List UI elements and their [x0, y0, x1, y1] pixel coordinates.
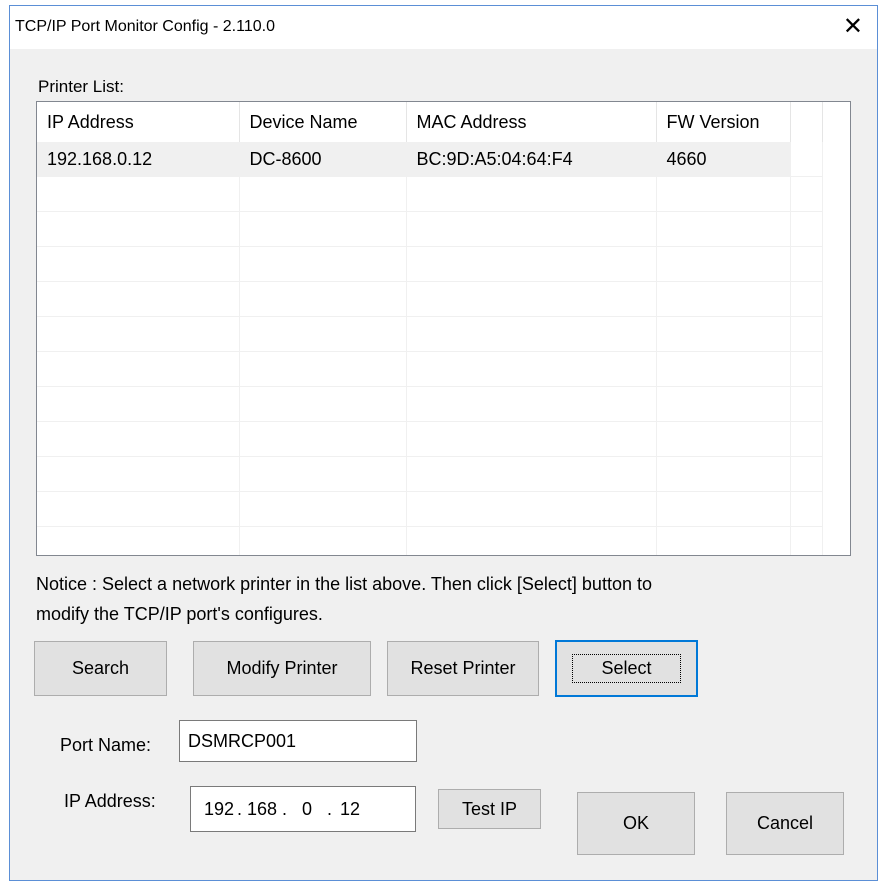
port-name-label: Port Name:: [60, 735, 152, 755]
empty-row: [37, 491, 823, 527]
column-header-mac-address[interactable]: MAC Address: [406, 102, 657, 142]
ok-button[interactable]: OK: [577, 792, 695, 855]
empty-row: [37, 421, 823, 457]
printer-table: IP Address Device Name MAC Address FW Ve…: [37, 102, 823, 555]
column-header-device-name[interactable]: Device Name: [239, 102, 407, 142]
cell-filler: [790, 142, 823, 177]
notice-line-2: modify the TCP/IP port's configures.: [36, 604, 323, 624]
modify-printer-button[interactable]: Modify Printer: [193, 641, 371, 696]
empty-row: [37, 211, 823, 247]
column-header-filler: [790, 102, 823, 142]
select-button[interactable]: Select: [555, 640, 698, 697]
cell-fw-version: 4660: [656, 142, 791, 177]
printer-list-label: Printer List:: [38, 77, 124, 96]
reset-printer-button[interactable]: Reset Printer: [387, 641, 539, 696]
empty-row: [37, 386, 823, 422]
empty-row: [37, 176, 823, 212]
empty-row: [37, 526, 823, 555]
ip-address-label: IP Address:: [64, 791, 156, 811]
test-ip-button[interactable]: Test IP: [438, 789, 541, 829]
ip-octet-4[interactable]: 12: [332, 799, 368, 820]
port-name-input[interactable]: DSMRCP001: [179, 720, 417, 762]
printer-list[interactable]: IP Address Device Name MAC Address FW Ve…: [36, 101, 851, 556]
empty-row: [37, 281, 823, 317]
cell-device-name: DC-8600: [239, 142, 407, 177]
empty-row: [37, 246, 823, 282]
search-button[interactable]: Search: [34, 641, 167, 696]
ip-octet-2[interactable]: 168: [242, 799, 282, 820]
empty-row: [37, 351, 823, 387]
column-header-fw-version[interactable]: FW Version: [656, 102, 791, 142]
ip-address-input[interactable]: 192 . 168 . 0 . 12: [190, 786, 416, 832]
empty-row: [37, 316, 823, 352]
title-bar: TCP/IP Port Monitor Config - 2.110.0 ✕: [10, 6, 877, 49]
ip-octet-3[interactable]: 0: [287, 799, 327, 820]
window-title: TCP/IP Port Monitor Config - 2.110.0: [15, 18, 275, 35]
table-header-row: IP Address Device Name MAC Address FW Ve…: [37, 102, 823, 142]
dialog-window: TCP/IP Port Monitor Config - 2.110.0 ✕ P…: [9, 5, 878, 881]
cell-ip-address: 192.168.0.12: [37, 142, 240, 177]
column-header-ip-address[interactable]: IP Address: [37, 102, 240, 142]
ip-octet-1[interactable]: 192: [201, 799, 237, 820]
cancel-button[interactable]: Cancel: [726, 792, 844, 855]
notice-line-1: Notice : Select a network printer in the…: [36, 574, 652, 594]
close-icon[interactable]: ✕: [843, 13, 863, 41]
cell-mac-address: BC:9D:A5:04:64:F4: [406, 142, 657, 177]
empty-row: [37, 456, 823, 492]
select-button-label: Select: [572, 654, 681, 683]
table-row[interactable]: 192.168.0.12 DC-8600 BC:9D:A5:04:64:F4 4…: [37, 142, 823, 177]
